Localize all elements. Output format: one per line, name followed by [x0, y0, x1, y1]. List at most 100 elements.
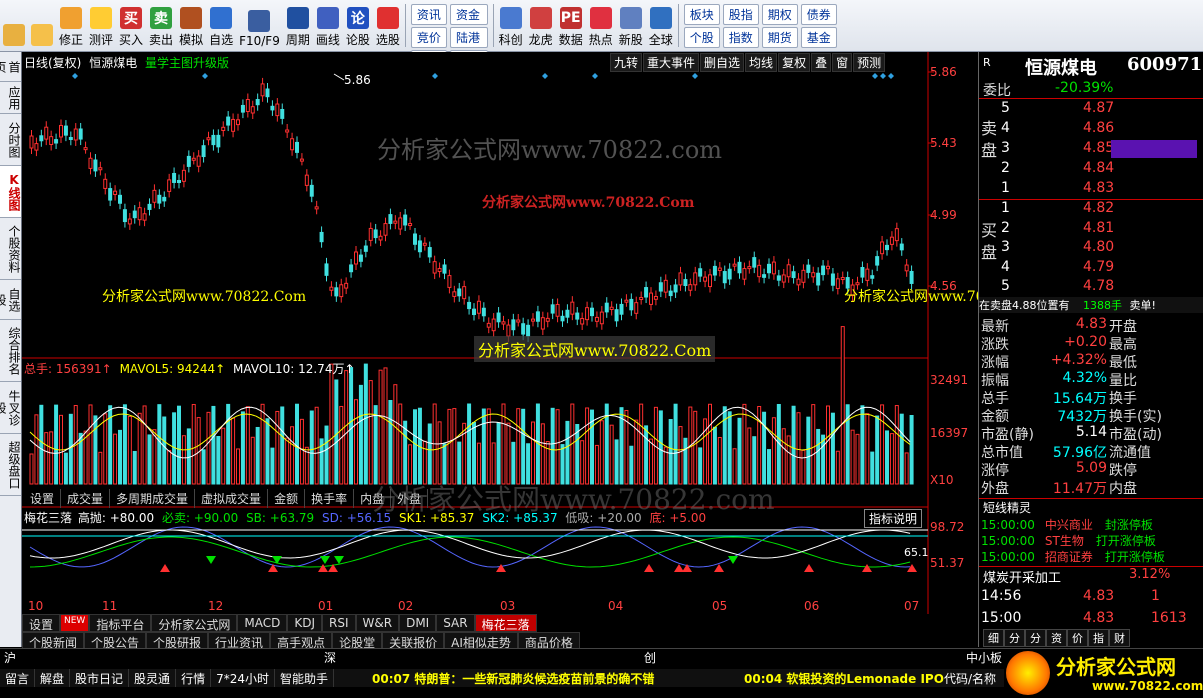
buy-level[interactable]: 4 4.79 [979, 259, 1203, 277]
toolbar-quick-link[interactable]: 资金 [449, 4, 488, 25]
sell-button[interactable]: 卖卖出 [146, 0, 176, 51]
sidebar-tab[interactable]: 牛叉诊股 [0, 382, 21, 434]
indicator-tab[interactable]: 设置 [22, 614, 61, 632]
status-shortcut[interactable]: 解盘 [35, 669, 71, 687]
index-quote[interactable]: 创 [644, 649, 656, 667]
toolbar-market-link[interactable]: 指数 [722, 27, 759, 48]
indicator-tab[interactable]: 指标平台 [89, 614, 152, 632]
chart-menu-item[interactable]: 叠 [811, 53, 832, 72]
sidebar-tab[interactable]: 应用 [0, 82, 21, 114]
sell-level[interactable]: 3 4.85 [979, 140, 1203, 158]
hot-button[interactable]: 热点 [586, 0, 616, 51]
pe-button[interactable]: PE 数据 [556, 0, 586, 51]
toolbar-market-link[interactable]: 个股 [683, 27, 720, 48]
indicator-tab[interactable]: RSI [322, 614, 356, 632]
sector-row[interactable]: 煤炭开采加工 3.12% [979, 566, 1203, 586]
quote-side-tab[interactable]: 价 [1067, 629, 1088, 647]
sell-level[interactable]: 2 4.84 [979, 160, 1203, 178]
short-spirit-item[interactable]: 15:00:00 ST生物 打开涨停板 [981, 532, 1156, 549]
dragon-button[interactable]: 龙虎 [526, 0, 556, 51]
up-arrow-button[interactable]: 修正 [56, 0, 86, 51]
index-quote[interactable]: 沪 [4, 649, 16, 667]
quote-side-tab[interactable]: 细 [983, 629, 1004, 647]
indicator-tab[interactable]: 分析家公式网 [151, 614, 238, 632]
sell-level[interactable]: 1 4.83 [979, 180, 1203, 198]
volume-tab[interactable]: 设置 [24, 489, 62, 508]
status-shortcut[interactable]: 股市日记 [70, 669, 130, 687]
kline-chart-area[interactable]: 5.86 5.43 4.99 4.56 32491 16397 X10 98.72 51.37 6… [22, 52, 1048, 647]
volume-tab[interactable]: 换手率 [305, 489, 355, 508]
short-spirit-item[interactable]: 15:00:00 中兴商业 封涨停板 [981, 516, 1153, 533]
chart-button[interactable]: 科创 [496, 0, 526, 51]
hammer-button[interactable]: 模拟 [176, 0, 206, 51]
status-shortcut[interactable]: 股灵通 [129, 669, 177, 687]
index-quote[interactable]: 深 [324, 649, 336, 667]
chart-menu-item[interactable]: 复权 [778, 53, 811, 72]
volume-tab[interactable]: 成交量 [61, 489, 111, 508]
toolbar-market-link[interactable]: 板块 [683, 4, 720, 25]
chart-menu-item[interactable]: 窗 [832, 53, 853, 72]
chart-menu-item[interactable]: 删自选 [700, 53, 745, 72]
chart-menu-item[interactable]: 九转 [610, 53, 643, 72]
indicator-tab[interactable]: W&R [355, 614, 400, 632]
toolbar-market-link[interactable]: 期货 [761, 27, 798, 48]
globe-button[interactable]: 全球 [646, 0, 676, 51]
indicator-tab[interactable]: NEW [60, 614, 90, 632]
sidebar-tab[interactable]: 个股资料 [0, 218, 21, 280]
toolbar-market-link[interactable]: 股指 [722, 4, 759, 25]
sidebar-tab[interactable]: 综合排名 [0, 320, 21, 382]
indicator-tab[interactable]: KDJ [287, 614, 323, 632]
status-shortcut[interactable]: 7*24小时 [211, 669, 275, 687]
chart-menu-item[interactable]: 均线 [745, 53, 778, 72]
cycle-button[interactable]: 周期 [283, 0, 313, 51]
indicator-tab[interactable]: 梅花三落 [474, 614, 537, 632]
news-ticker-2[interactable]: 00:04 软银投资的Lemonade IPO [744, 670, 944, 687]
volume-tab[interactable]: 多周期成交量 [110, 489, 196, 508]
star-button[interactable]: 自选 [206, 0, 236, 51]
sidebar-tab[interactable]: 超级盘口 [0, 434, 21, 496]
f10-button[interactable]: F10/F9 [236, 0, 283, 51]
toolbar-market-link[interactable]: 期权 [761, 4, 798, 25]
toolbar-quick-link[interactable]: 竞价 [410, 27, 447, 48]
toolbar-market-link[interactable]: 基金 [800, 27, 837, 48]
quote-side-tab[interactable]: 分 [1025, 629, 1046, 647]
indicator-tab[interactable]: DMI [399, 614, 437, 632]
status-shortcut[interactable]: 行情 [176, 669, 212, 687]
gauge-button[interactable]: 选股 [373, 0, 403, 51]
chart-menu-item[interactable]: 重大事件 [643, 53, 700, 72]
chat-button[interactable]: 论论股 [343, 0, 373, 51]
buy-button[interactable]: 买买入 [116, 0, 146, 51]
short-spirit-item[interactable]: 15:00:00 招商证券 打开涨停板 [981, 548, 1165, 565]
ipo-button[interactable]: 新股 [616, 0, 646, 51]
toolbar-quick-link[interactable]: 陆港 [449, 27, 488, 48]
sidebar-tab[interactable]: 分时图 [0, 114, 21, 166]
quote-side-tab[interactable]: 分 [1004, 629, 1025, 647]
pen-button[interactable]: 画线 [313, 0, 343, 51]
clock-button[interactable]: 测评 [86, 0, 116, 51]
news-ticker-1[interactable]: 00:07 特朗普：一些新冠肺炎候选疫苗前景的确不错 [372, 670, 654, 687]
sidebar-tab[interactable]: K线图 [0, 166, 21, 218]
sell-level[interactable]: 4 4.86 [979, 120, 1203, 138]
buy-level[interactable]: 1 4.82 [979, 200, 1203, 218]
index-quote[interactable]: 中小板 [966, 649, 1002, 667]
volume-tab[interactable]: 虚拟成交量 [195, 489, 269, 508]
quote-side-tab[interactable]: 资 [1046, 629, 1067, 647]
code-search-hint[interactable]: 代码/名称 [944, 670, 996, 687]
chart-menu-item[interactable]: 预测 [853, 53, 886, 72]
sidebar-tab[interactable]: 自选股 [0, 280, 21, 320]
status-shortcut[interactable]: 智能助手 [275, 669, 334, 687]
sidebar-tab[interactable]: 首页 [0, 52, 21, 82]
status-shortcut[interactable]: 留言 [0, 669, 36, 687]
indicator-help-button[interactable]: 指标说明 [864, 509, 923, 528]
buy-level[interactable]: 2 4.81 [979, 220, 1203, 238]
grid-button[interactable] [0, 0, 28, 51]
indicator-tab[interactable]: MACD [237, 614, 288, 632]
quote-side-tab[interactable]: 指 [1088, 629, 1109, 647]
volume-tab[interactable]: 金额 [268, 489, 306, 508]
quote-side-tab[interactable]: 财 [1109, 629, 1130, 647]
sell-level[interactable]: 5 4.87 [979, 100, 1203, 118]
buy-level[interactable]: 3 4.80 [979, 239, 1203, 257]
indicator-tab[interactable]: SAR [436, 614, 475, 632]
toolbar-market-link[interactable]: 债券 [800, 4, 837, 25]
back-arrow-button[interactable] [28, 0, 56, 51]
